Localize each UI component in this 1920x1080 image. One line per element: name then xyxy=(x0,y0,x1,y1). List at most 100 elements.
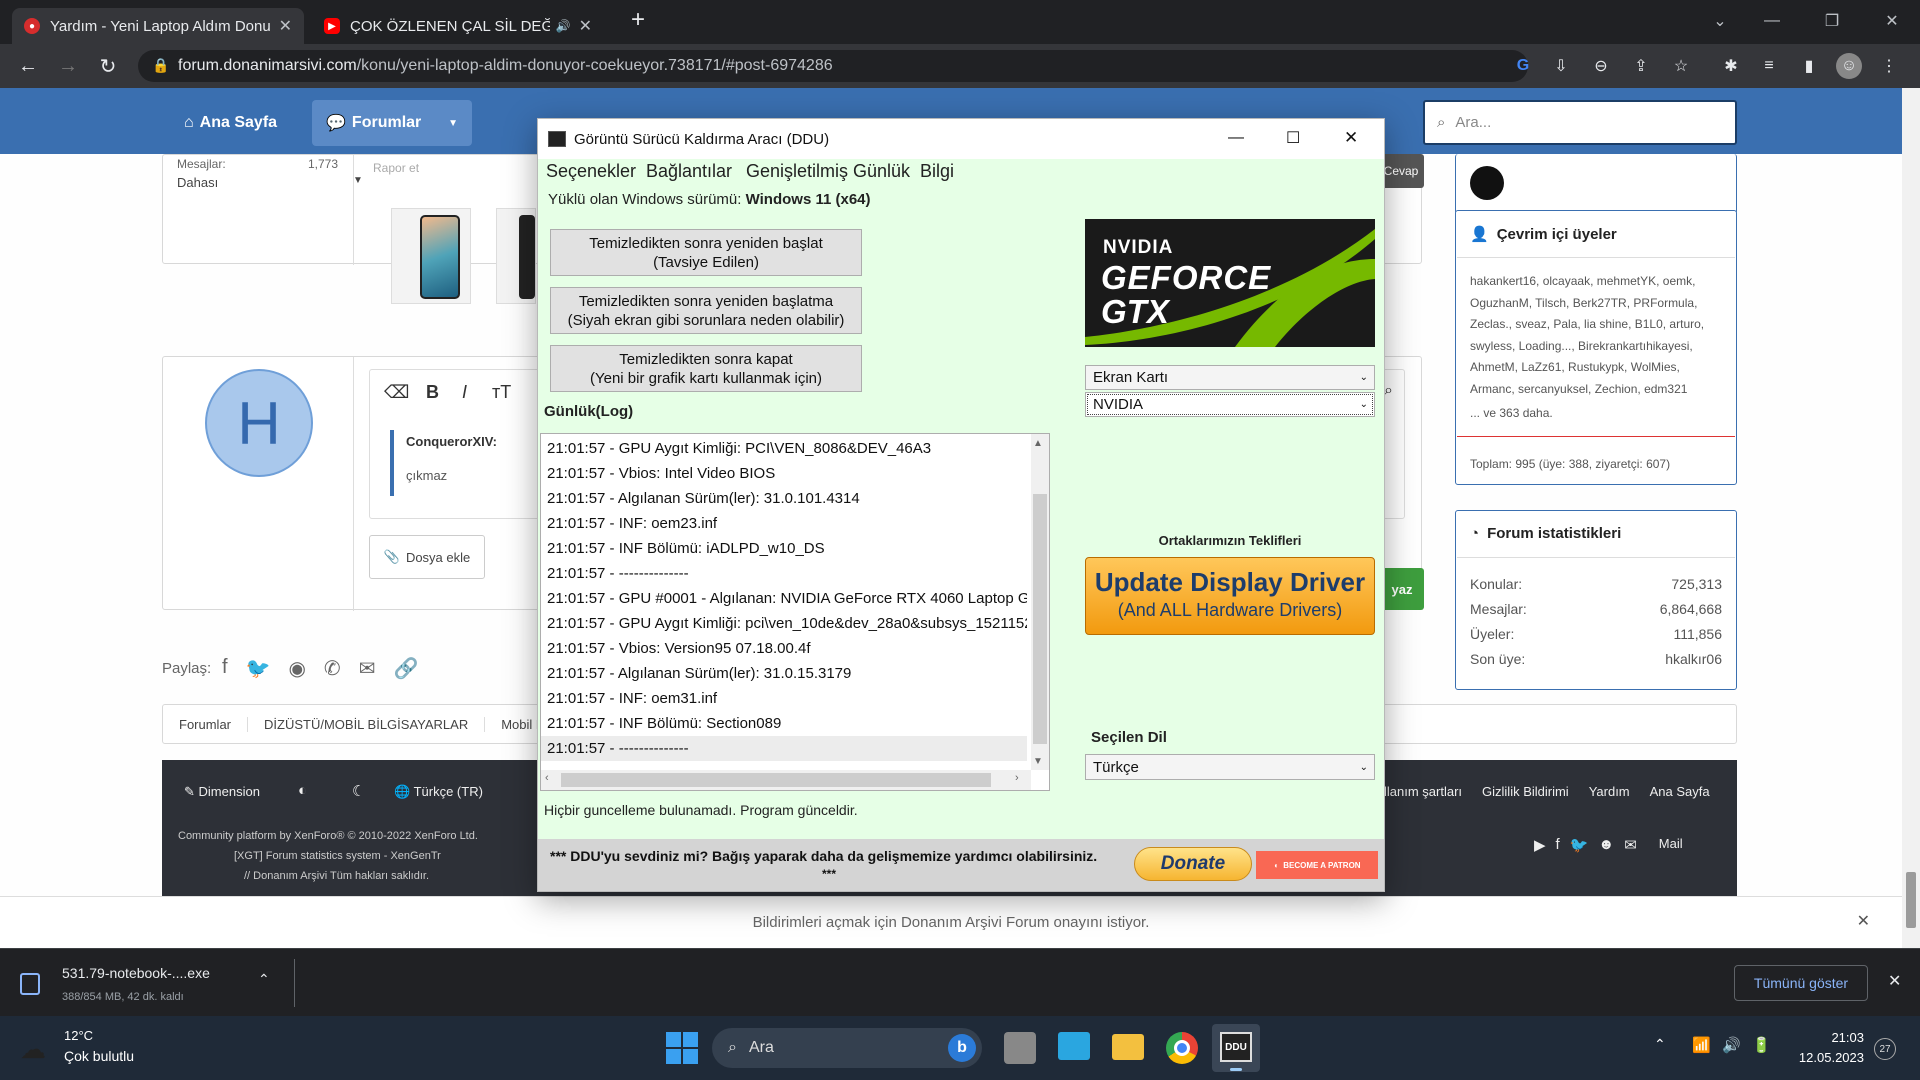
menu-info[interactable]: Bilgi xyxy=(920,161,954,182)
menu-options[interactable]: Seçenekler xyxy=(546,161,636,182)
forward-arrow-icon[interactable]: → xyxy=(54,52,82,80)
log-listbox[interactable]: 21:01:57 - GPU Aygıt Kimliği: PCI\VEN_80… xyxy=(540,433,1050,791)
log-line[interactable]: 21:01:57 - GPU Aygıt Kimliği: PCI\VEN_80… xyxy=(541,436,1027,461)
chevron-down-icon[interactable]: ▼ xyxy=(448,118,458,129)
online-more[interactable]: ... ve 363 daha. xyxy=(1470,406,1553,420)
zoom-icon[interactable]: ⊖ xyxy=(1588,53,1614,79)
dimension-toggle[interactable]: ✎ Dimension xyxy=(184,784,260,800)
desktop-app-icon[interactable] xyxy=(1058,1032,1090,1060)
donate-button[interactable]: Donate xyxy=(1134,847,1252,881)
side-panel-icon[interactable]: ▮ xyxy=(1796,53,1822,79)
clean-no-restart-button[interactable]: Temizledikten sonra yeniden başlatma (Siy… xyxy=(550,287,862,334)
weather-condition[interactable]: Çok bulutlu xyxy=(64,1048,134,1064)
clean-and-shutdown-button[interactable]: Temizledikten sonra kapat (Yeni bir grafi… xyxy=(550,345,862,392)
stat-value[interactable]: hkalkır06 xyxy=(1665,651,1722,667)
page-scrollbar[interactable] xyxy=(1902,88,1920,948)
ddu-maximize-icon[interactable]: ☐ xyxy=(1286,128,1300,148)
bing-icon[interactable]: b xyxy=(948,1034,976,1062)
weather-temperature[interactable]: 12°C xyxy=(64,1028,93,1043)
close-tab-icon[interactable]: ✕ xyxy=(279,16,292,36)
restore-icon[interactable]: ❐ xyxy=(1812,6,1852,36)
show-hidden-icons[interactable]: ⌃ xyxy=(1654,1036,1666,1053)
reload-icon[interactable]: ↻ xyxy=(94,52,122,80)
log-hscrollbar[interactable]: ‹ › xyxy=(541,770,1031,790)
volume-icon[interactable]: 🔊 xyxy=(1722,1036,1741,1054)
google-lens-icon[interactable]: G xyxy=(1510,53,1536,79)
report-link[interactable]: Rapor et xyxy=(373,161,419,175)
menu-links[interactable]: Bağlantılar xyxy=(646,161,732,182)
language-select[interactable]: Türkçe ⌄ xyxy=(1085,754,1375,780)
attach-file-button[interactable]: 📎 Dosya ekle xyxy=(369,535,485,579)
profile-avatar-icon[interactable]: ☺ xyxy=(1836,53,1862,79)
taskbar-search[interactable]: ⌕ Ara b xyxy=(712,1028,982,1068)
log-line[interactable]: 21:01:57 - Vbios: Version95 07.18.00.4f xyxy=(541,636,1027,661)
tab-youtube[interactable]: ▶ ÇOK ÖZLENEN ÇAL SİL DEĞİ 🔊 ✕ xyxy=(312,8,604,44)
nav-forums[interactable]: 💬 Forumlar ▼ xyxy=(312,100,472,146)
twitter-icon[interactable]: 🐦 xyxy=(1570,836,1589,854)
tab-forum[interactable]: ● Yardım - Yeni Laptop Aldım Donu ✕ xyxy=(12,8,304,44)
audio-playing-icon[interactable]: 🔊 xyxy=(556,19,571,33)
member-avatar[interactable] xyxy=(1470,166,1504,200)
close-window-icon[interactable]: ✕ xyxy=(1872,6,1912,36)
task-view-icon[interactable] xyxy=(1004,1032,1036,1064)
reddit-icon[interactable]: ◉ xyxy=(288,656,305,681)
menu-extended-log[interactable]: Genişletilmiş Günlük xyxy=(746,161,910,182)
email-icon[interactable]: ✉ xyxy=(359,656,376,681)
log-line[interactable]: 21:01:57 - INF Bölümü: iADLPD_w10_DS xyxy=(541,536,1027,561)
wifi-icon[interactable]: 📶 xyxy=(1692,1036,1711,1054)
tab-search-icon[interactable]: ⌄ xyxy=(1700,6,1740,36)
link-icon[interactable]: 🔗 xyxy=(393,656,418,681)
eraser-icon[interactable]: ⌫ xyxy=(384,382,409,403)
scroll-left-icon[interactable]: ‹ xyxy=(545,772,549,784)
scroll-right-icon[interactable]: › xyxy=(1015,772,1019,784)
discord-icon[interactable]: ☻ xyxy=(1598,836,1614,854)
log-line[interactable]: 21:01:57 - -------------- xyxy=(541,736,1027,761)
close-notification-icon[interactable]: ✕ xyxy=(1857,911,1870,931)
log-line[interactable]: 21:01:57 - GPU #0001 - Algılanan: NVIDIA… xyxy=(541,586,1027,611)
log-line[interactable]: 21:01:57 - Vbios: Intel Video BIOS xyxy=(541,461,1027,486)
patreon-button[interactable]: ◖ BECOME A PATRON xyxy=(1256,851,1378,879)
log-line[interactable]: 21:01:57 - Algılanan Sürüm(ler): 31.0.15… xyxy=(541,661,1027,686)
bold-icon[interactable]: B xyxy=(426,382,439,403)
log-line[interactable]: 21:01:57 - INF: oem31.inf xyxy=(541,686,1027,711)
more-link[interactable]: Dahası xyxy=(177,175,218,190)
ddu-taskbar-button[interactable]: DDU xyxy=(1212,1024,1260,1072)
log-line[interactable]: 21:01:57 - INF Bölümü: Section089 xyxy=(541,711,1027,736)
install-app-icon[interactable]: ⇩ xyxy=(1548,53,1574,79)
clock-date[interactable]: 12.05.2023 xyxy=(1792,1050,1864,1065)
weather-cloud-icon[interactable]: ☁ xyxy=(20,1034,46,1065)
language-chooser[interactable]: 🌐 Türkçe (TR) xyxy=(394,784,483,800)
site-search-input[interactable]: ⌕ Ara... xyxy=(1423,100,1737,145)
ddu-title-bar[interactable]: Görüntü Sürücü Kaldırma Aracı (DDU) — ☐ … xyxy=(538,119,1384,159)
mail-icon[interactable]: ✉ xyxy=(1624,836,1637,854)
twitter-icon[interactable]: 🐦 xyxy=(246,656,271,681)
breadcrumb-category[interactable]: DİZÜSTÜ/MOBİL BİLGİSAYARLAR xyxy=(247,716,484,732)
italic-icon[interactable]: I xyxy=(462,382,467,403)
facebook-icon[interactable]: f xyxy=(222,656,228,681)
ddu-close-icon[interactable]: ✕ xyxy=(1344,128,1358,148)
update-driver-ad-button[interactable]: Update Display Driver (And ALL Hardware … xyxy=(1085,557,1375,635)
bookmark-star-icon[interactable]: ☆ xyxy=(1668,53,1694,79)
vendor-select[interactable]: NVIDIA ⌄ xyxy=(1085,392,1375,417)
share-icon[interactable]: ⇪ xyxy=(1628,53,1654,79)
media-queue-icon[interactable]: ≡ xyxy=(1756,53,1782,79)
log-vscrollbar[interactable]: ▲ ▼ xyxy=(1031,434,1049,770)
close-download-bar-icon[interactable]: ✕ xyxy=(1888,971,1901,991)
scrollbar-thumb[interactable] xyxy=(1906,872,1916,928)
mail-label[interactable]: Mail xyxy=(1659,836,1683,854)
log-line[interactable]: 21:01:57 - INF: oem23.inf xyxy=(541,511,1027,536)
product-thumbnail[interactable] xyxy=(391,208,471,304)
ddu-minimize-icon[interactable]: — xyxy=(1228,129,1244,147)
whatsapp-icon[interactable]: ✆ xyxy=(324,656,341,681)
log-hscroll-thumb[interactable] xyxy=(561,773,991,787)
online-members-list[interactable]: hakankert16, olcayaak, mehmetYK, oemk, O… xyxy=(1470,271,1726,400)
terms-link[interactable]: llanım şartları xyxy=(1384,784,1462,799)
log-scroll-thumb[interactable] xyxy=(1033,494,1047,744)
privacy-link[interactable]: Gizlilik Bildirimi xyxy=(1482,784,1569,799)
file-explorer-icon[interactable] xyxy=(1112,1034,1144,1060)
youtube-icon[interactable]: ▶ xyxy=(1534,836,1546,854)
moon-icon[interactable]: ☾ xyxy=(352,782,365,800)
avatar[interactable]: H xyxy=(205,369,313,477)
log-line[interactable]: 21:01:57 - Algılanan Sürüm(ler): 31.0.10… xyxy=(541,486,1027,511)
battery-icon[interactable]: 🔋 xyxy=(1752,1036,1771,1054)
